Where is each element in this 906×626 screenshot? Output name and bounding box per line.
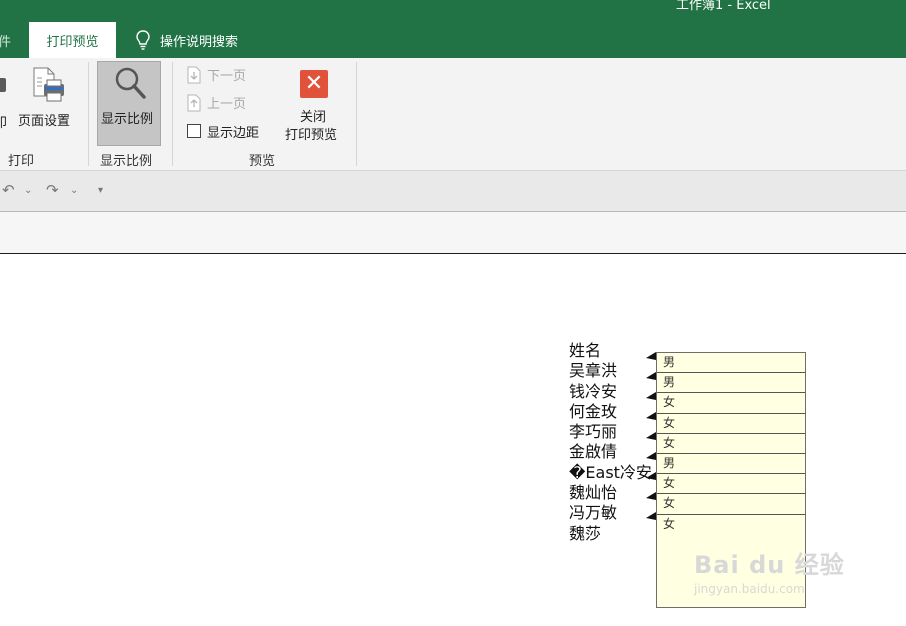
cell-name: 魏莎 <box>569 523 602 543</box>
cell-name: 魏灿怡 <box>569 483 618 503</box>
prev-page-button[interactable]: 上一页 <box>186 92 262 114</box>
close-label-line1: 关闭 <box>300 110 327 125</box>
prev-page-icon <box>187 94 201 112</box>
redo-dropdown-icon[interactable]: ⌄ <box>70 185 78 196</box>
tell-me-label: 操作说明搜索 <box>160 34 239 50</box>
prev-page-label: 上一页 <box>207 97 247 112</box>
page-setup-label: 页面设置 <box>18 114 71 129</box>
cell-name: 冯万敏 <box>569 503 618 523</box>
comment-arrow-icon <box>646 392 656 400</box>
watermark-logo: Bai du 经验 <box>694 551 845 579</box>
comment-row: 男 <box>657 373 805 394</box>
group-separator <box>356 62 357 166</box>
cell-name: 金啟倩 <box>569 442 618 462</box>
comment-arrow-icon <box>646 452 656 460</box>
cell-name: 何金玫 <box>569 401 618 421</box>
preview-info-bar <box>0 212 906 254</box>
comment-row: 女 <box>657 393 805 414</box>
ribbon: 印 页面设置 打印 显示比例 显示比例 下一页 上一页 显示边距 ✕ 关闭 打印… <box>0 58 906 171</box>
close-preview-button[interactable]: ✕ 关闭 打印预览 <box>280 62 350 146</box>
watermark: Bai du 经验 jingyan.baidu.com <box>694 545 845 596</box>
comment-arrow-icon <box>646 352 656 360</box>
group-separator <box>88 62 89 166</box>
cell-name: �East冷安 <box>569 462 652 482</box>
zoom-button[interactable]: 显示比例 <box>97 61 161 146</box>
tab-print-preview[interactable]: 打印预览 <box>29 22 116 58</box>
undo-dropdown-icon[interactable]: ⌄ <box>24 185 32 196</box>
cell-name: 吴章洪 <box>569 361 618 381</box>
comment-row: 男 <box>657 454 805 475</box>
print-button[interactable]: 印 <box>0 64 10 148</box>
printer-icon <box>0 78 6 92</box>
next-page-label: 下一页 <box>207 69 247 84</box>
tab-print-preview-label: 打印预览 <box>46 34 99 50</box>
checkbox-box <box>187 124 201 138</box>
comment-row: 女 <box>657 414 805 434</box>
customize-qat-icon[interactable]: ▾ <box>98 185 103 196</box>
comment-row: 女 <box>657 494 805 515</box>
comment-arrow-icon <box>646 512 656 520</box>
close-label-line2: 打印预览 <box>285 128 338 143</box>
window-title: 工作簿1 - Excel <box>676 0 771 13</box>
next-page-button[interactable]: 下一页 <box>186 64 262 86</box>
ribbon-tab-bar: 件 打印预览 操作说明搜索 <box>0 22 906 58</box>
name-column: 姓名 吴章洪 钱冷安 何金玫 李巧丽 金啟倩 �East冷安 魏灿怡 冯万敏 魏… <box>569 341 652 544</box>
cell-name: 钱冷安 <box>569 381 618 401</box>
print-label: 印 <box>0 116 8 131</box>
page-setup-icon <box>33 67 64 102</box>
comment-row: 女 <box>663 516 676 531</box>
cell-name: 姓名 <box>569 341 602 360</box>
undo-icon[interactable]: ↶ <box>2 181 15 199</box>
zoom-label: 显示比例 <box>101 112 154 127</box>
next-page-icon <box>187 66 201 84</box>
comment-arrow-icon <box>646 472 656 480</box>
group-label-zoom: 显示比例 <box>100 154 153 169</box>
group-separator <box>172 62 173 166</box>
magnifier-icon <box>115 67 146 99</box>
show-margins-checkbox[interactable]: 显示边距 <box>186 121 272 143</box>
comment-arrow-icon <box>646 432 656 440</box>
close-icon: ✕ <box>300 70 328 98</box>
cell-name: 李巧丽 <box>569 422 618 442</box>
comment-arrow-icon <box>646 372 656 380</box>
comment-arrow-icon <box>646 492 656 500</box>
group-label-print: 打印 <box>8 154 35 169</box>
comment-row: 女 <box>657 434 805 454</box>
title-bar: 工作簿1 - Excel <box>0 0 906 22</box>
comment-row: 男 <box>657 353 805 374</box>
quick-access-toolbar: ↶ ⌄ ↷ ⌄ ▾ <box>0 171 906 212</box>
show-margins-label: 显示边距 <box>207 126 260 141</box>
comment-arrow-icon <box>646 412 656 420</box>
redo-icon[interactable]: ↷ <box>46 181 59 199</box>
tell-me-search[interactable]: 操作说明搜索 <box>136 22 238 58</box>
comment-row: 女 <box>657 474 805 495</box>
watermark-url: jingyan.baidu.com <box>694 582 805 596</box>
page-setup-button[interactable]: 页面设置 <box>14 62 78 146</box>
tab-file[interactable]: 件 <box>0 31 11 50</box>
group-label-preview: 预览 <box>249 154 276 169</box>
lightbulb-icon <box>136 30 150 50</box>
